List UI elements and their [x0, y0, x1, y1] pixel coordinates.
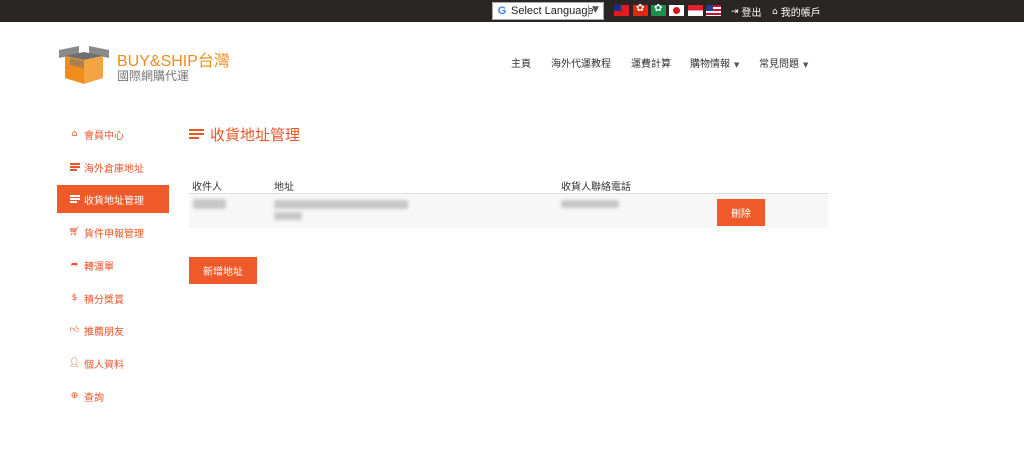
- page-title-text: 收貨地址管理: [210, 126, 301, 144]
- chevron-down-icon: ▼: [592, 5, 599, 15]
- japan-flag-icon[interactable]: [669, 5, 684, 16]
- my-account-link[interactable]: ⌂ 我的帳戶: [772, 4, 821, 20]
- page-title: 收貨地址管理: [189, 124, 300, 145]
- add-address-button[interactable]: 新增地址: [189, 257, 257, 284]
- google-icon: G: [497, 5, 507, 17]
- delete-address-button[interactable]: 刪除: [717, 199, 765, 226]
- address-line-2-redacted: [274, 212, 302, 220]
- sidebar-item-points-rewards[interactable]: $ 積分獎賞: [57, 284, 169, 312]
- column-header-phone: 收貨人聯絡電話: [561, 182, 631, 193]
- sidebar-item-label: 收貨地址管理: [84, 195, 144, 207]
- macau-flag-icon[interactable]: [651, 3, 666, 16]
- thumbs-up-icon: 👍︎: [69, 325, 80, 335]
- share-icon: ➦: [70, 260, 79, 270]
- recipient-name-redacted: [193, 199, 226, 209]
- top-bar: G Select Language ▼ ⇥ 登出 ⌂ 我的帳戶: [0, 0, 1024, 22]
- language-select[interactable]: G Select Language ▼: [492, 2, 604, 20]
- nav-shipping-tutorial[interactable]: 海外代運教程: [551, 55, 611, 70]
- sidebar-item-label: 個人資料: [84, 359, 124, 371]
- column-header-address: 地址: [274, 182, 294, 193]
- sidebar-item-label: 查詢: [84, 392, 104, 404]
- cart-icon: 🛒︎: [68, 227, 81, 237]
- usa-flag-icon[interactable]: [706, 5, 721, 16]
- address-line-1-redacted: [274, 200, 408, 209]
- hong-kong-flag-icon[interactable]: [633, 3, 648, 16]
- lifebuoy-icon: ⊕: [70, 391, 79, 401]
- sidebar-item-forwarding-order[interactable]: ➦ 轉運單: [57, 251, 169, 279]
- nav-faq[interactable]: 常見問題 ▼: [759, 55, 808, 70]
- nav-shopping-info[interactable]: 購物情報 ▼: [690, 55, 739, 70]
- sidebar-item-member-center[interactable]: ⌂ 會員中心: [57, 120, 169, 148]
- home-icon: ⌂: [71, 129, 78, 139]
- logout-label: 登出: [741, 8, 762, 19]
- sidebar-item-label: 會員中心: [84, 130, 124, 142]
- sidebar-item-address-management[interactable]: 收貨地址管理: [57, 185, 169, 213]
- sidebar-item-label: 貨件申報管理: [84, 228, 144, 240]
- list-icon: [68, 163, 81, 171]
- taiwan-flag-icon[interactable]: [614, 5, 629, 16]
- caret-down-icon: ▼: [803, 61, 809, 69]
- sidebar-item-label: 積分獎賞: [84, 294, 124, 306]
- language-select-label: Select Language: [511, 5, 594, 17]
- nav-shipping-calculator[interactable]: 運費計算: [631, 55, 671, 70]
- sidebar-item-refer-friends[interactable]: 👍︎ 推薦朋友: [57, 316, 169, 344]
- home-icon: ⌂: [772, 6, 778, 17]
- sidebar-item-personal-info[interactable]: 👤︎ 個人資料: [57, 349, 169, 377]
- phone-number-redacted: [561, 200, 619, 208]
- nav-home[interactable]: 主頁: [511, 55, 531, 70]
- column-header-recipient: 收件人: [192, 182, 222, 193]
- logout-link[interactable]: ⇥ 登出: [731, 4, 762, 20]
- sidebar-item-label: 海外倉庫地址: [84, 163, 144, 175]
- dollar-icon: $: [71, 293, 78, 303]
- brand-subtitle: 國際網購代運: [117, 69, 190, 83]
- logo-box-icon[interactable]: [57, 44, 111, 86]
- singapore-flag-icon[interactable]: [688, 5, 703, 16]
- caret-down-icon: ▼: [734, 61, 740, 69]
- sidebar-item-inquiry[interactable]: ⊕ 查詢: [57, 382, 169, 410]
- sign-out-icon: ⇥: [731, 6, 739, 17]
- sidebar-item-warehouse-address[interactable]: 海外倉庫地址: [57, 153, 169, 181]
- sidebar-item-declaration-management[interactable]: 🛒︎ 貨件申報管理: [57, 218, 169, 246]
- nav-faq-label: 常見問題: [759, 59, 799, 70]
- language-select-divider: [588, 5, 589, 17]
- my-account-label: 我的帳戶: [780, 8, 821, 19]
- sidebar-item-label: 轉運單: [84, 261, 114, 273]
- list-icon: [68, 195, 81, 203]
- user-icon: 👤︎: [68, 358, 81, 368]
- sidebar-item-label: 推薦朋友: [84, 326, 124, 338]
- list-icon: [189, 128, 204, 141]
- nav-shopping-info-label: 購物情報: [690, 59, 730, 70]
